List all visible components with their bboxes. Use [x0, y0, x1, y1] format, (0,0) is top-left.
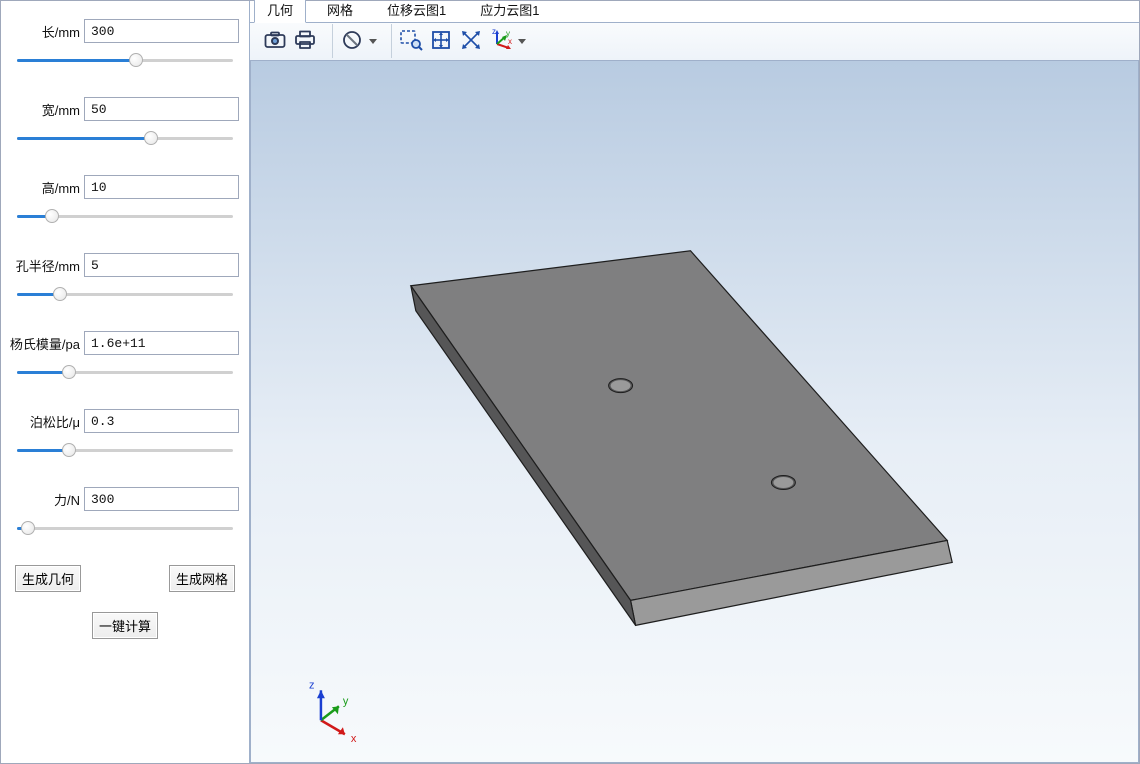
3d-viewport[interactable]: x y z: [250, 61, 1139, 763]
compute-button[interactable]: 一键计算: [92, 612, 158, 639]
axis-x-label: x: [351, 733, 357, 745]
scene: x y z: [251, 61, 1138, 762]
param-poisson-label: 泊松比/μ: [30, 412, 84, 431]
param-force-label: 力/N: [54, 490, 84, 509]
param-width: 宽/mm: [11, 97, 239, 147]
chevron-down-icon: [369, 39, 377, 44]
axis-y-label: y: [343, 695, 349, 707]
param-poisson: 泊松比/μ: [11, 409, 239, 459]
view-toolbar: zyx: [250, 23, 1139, 61]
param-height-slider[interactable]: [17, 207, 233, 225]
plate-geometry: [411, 251, 952, 626]
param-young-input[interactable]: [84, 331, 239, 355]
axes-dropdown[interactable]: [516, 26, 528, 56]
nosign-icon: [341, 29, 363, 54]
printer-icon: [294, 30, 316, 53]
param-length-label: 长/mm: [42, 22, 84, 41]
param-poisson-input[interactable]: [84, 409, 239, 433]
zoominout-button[interactable]: [456, 26, 486, 56]
param-force: 力/N: [11, 487, 239, 537]
param-length: 长/mm: [11, 19, 239, 69]
filter-dropdown[interactable]: [367, 26, 379, 56]
param-radius-label: 孔半径/mm: [16, 256, 84, 275]
param-height: 高/mm: [11, 175, 239, 225]
fit-icon: [430, 29, 452, 54]
param-radius-slider[interactable]: [17, 285, 233, 303]
param-radius: 孔半径/mm: [11, 253, 239, 303]
axis-z-label: z: [309, 679, 314, 691]
param-length-input[interactable]: [84, 19, 239, 43]
tab-disp[interactable]: 位移云图1: [374, 0, 459, 22]
zoomsel-button[interactable]: [396, 26, 426, 56]
camera-icon: [264, 31, 286, 52]
svg-text:z: z: [492, 29, 496, 36]
param-width-slider[interactable]: [17, 129, 233, 147]
filter-button[interactable]: [337, 26, 367, 56]
fit-button[interactable]: [426, 26, 456, 56]
param-young-slider[interactable]: [17, 363, 233, 381]
tab-mesh[interactable]: 网格: [314, 0, 366, 22]
snapshot-button[interactable]: [260, 26, 290, 56]
svg-text:x: x: [508, 37, 512, 46]
view-tabs: 几何网格位移云图1 应力云图1: [250, 1, 1139, 23]
param-young: 杨氏模量/pa: [11, 331, 239, 381]
chevron-down-icon: [518, 39, 526, 44]
tab-geom[interactable]: 几何: [254, 0, 306, 23]
param-young-label: 杨氏模量/pa: [10, 334, 84, 353]
tab-stress[interactable]: 应力云图1: [467, 0, 552, 22]
gen-geom-button[interactable]: 生成几何: [15, 565, 81, 592]
param-poisson-slider[interactable]: [17, 441, 233, 459]
axis-triad: x y z: [309, 679, 357, 745]
param-radius-input[interactable]: [84, 253, 239, 277]
axes-icon: zyx: [490, 29, 512, 54]
axes-button[interactable]: zyx: [486, 26, 516, 56]
param-width-label: 宽/mm: [42, 100, 84, 119]
zoom-rect-icon: [399, 29, 423, 54]
main-area: 几何网格位移云图1应力云图1 zyx x: [250, 1, 1139, 763]
gen-mesh-button[interactable]: 生成网格: [169, 565, 235, 592]
param-force-input[interactable]: [84, 487, 239, 511]
print-button[interactable]: [290, 26, 320, 56]
param-length-slider[interactable]: [17, 51, 233, 69]
param-width-input[interactable]: [84, 97, 239, 121]
zoom-arrows-icon: [460, 29, 482, 54]
param-force-slider[interactable]: [17, 519, 233, 537]
param-height-label: 高/mm: [42, 178, 84, 197]
param-height-input[interactable]: [84, 175, 239, 199]
parameter-panel: 长/mm 宽/mm 高/mm 孔半径/mm 杨氏模量/pa 泊松比/μ 力/N …: [1, 1, 250, 763]
